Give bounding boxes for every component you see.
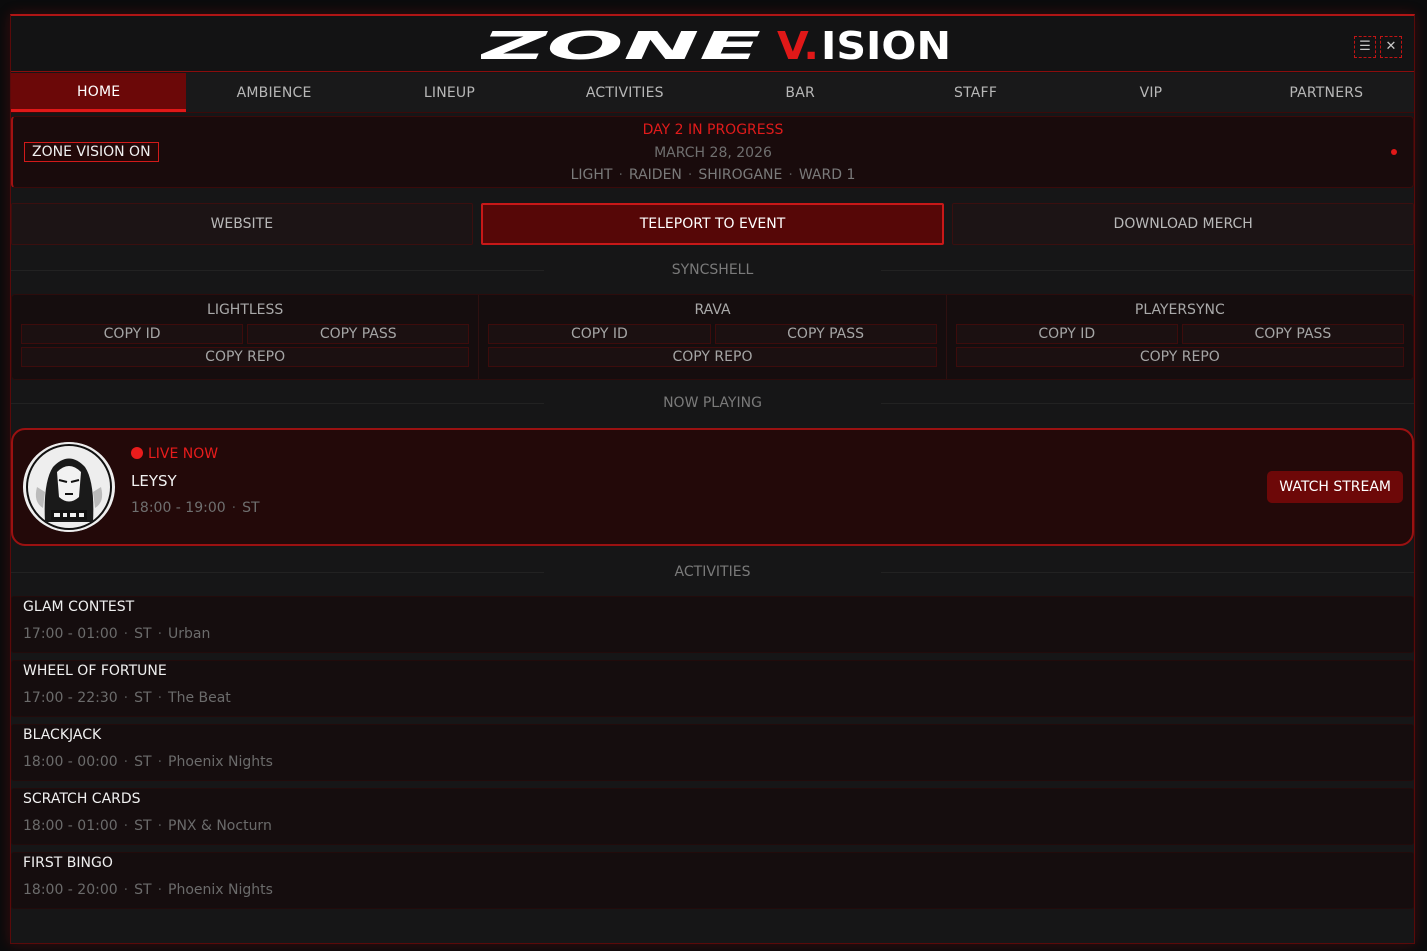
copy-pass-button[interactable]: COPY PASS bbox=[247, 324, 470, 344]
location-datacenter: LIGHT bbox=[570, 167, 613, 183]
live-dot-icon bbox=[131, 447, 143, 459]
tab-home[interactable]: HOME bbox=[11, 73, 187, 112]
tab-partners[interactable]: PARTNERS bbox=[1239, 73, 1414, 112]
activities-list: GLAM CONTEST 17:00 - 01:00 · ST · Urban WHEE… bbox=[11, 596, 1414, 916]
location-ward: WARD 1 bbox=[798, 167, 856, 183]
download-merch-button[interactable]: DOWNLOAD MERCH bbox=[952, 203, 1414, 245]
action-buttons: WEBSITE TELEPORT TO EVENT DOWNLOAD MERCH bbox=[11, 203, 1414, 245]
location-district: SHIROGANE bbox=[698, 167, 783, 183]
copy-id-button[interactable]: COPY ID bbox=[955, 324, 1178, 344]
close-icon[interactable]: ✕ bbox=[1380, 36, 1402, 58]
activity-name: FIRST BINGO bbox=[23, 855, 113, 871]
tab-staff[interactable]: STAFF bbox=[888, 73, 1063, 112]
activity-name: SCRATCH CARDS bbox=[23, 791, 141, 807]
activity-details: 17:00 - 01:00 · ST · Urban bbox=[23, 626, 211, 642]
svg-text:V.: V. bbox=[777, 28, 819, 62]
copy-id-button[interactable]: COPY ID bbox=[21, 324, 244, 344]
activity-details: 18:00 - 20:00 · ST · Phoenix Nights bbox=[23, 882, 273, 898]
tab-vip[interactable]: VIP bbox=[1063, 73, 1238, 112]
copy-repo-button[interactable]: COPY REPO bbox=[21, 347, 470, 367]
event-date: MARCH 28, 2026 bbox=[654, 145, 772, 161]
tab-ambience[interactable]: AMBIENCE bbox=[186, 73, 361, 112]
main-tabs: HOME AMBIENCE LINEUP ACTIVITIES BAR STAF… bbox=[11, 73, 1414, 113]
list-item[interactable]: BLACKJACK 18:00 - 00:00 · ST · Phoenix Night… bbox=[11, 724, 1414, 781]
copy-pass-button[interactable]: COPY PASS bbox=[714, 324, 937, 344]
activity-details: 17:00 - 22:30 · ST · The Beat bbox=[23, 690, 231, 706]
syncshell-name: PLAYERSYNC bbox=[1134, 302, 1225, 318]
teleport-button[interactable]: TELEPORT TO EVENT bbox=[480, 203, 945, 245]
dj-avatar bbox=[23, 442, 115, 532]
activity-details: 18:00 - 01:00 · ST · PNX & Nocturn bbox=[23, 818, 272, 834]
copy-pass-button[interactable]: COPY PASS bbox=[1181, 324, 1404, 344]
syncshell-heading: SYNCSHELL bbox=[11, 262, 1414, 278]
dj-name: LEYSY bbox=[131, 472, 177, 490]
list-item[interactable]: FIRST BINGO 18:00 - 20:00 · ST · Phoenix Nig… bbox=[11, 852, 1414, 909]
app-window: ZONE V. ISION ☰ ✕ HOME AMBIENCE LINEUP A… bbox=[10, 14, 1415, 944]
status-indicator-dot bbox=[1391, 149, 1397, 155]
copy-repo-button[interactable]: COPY REPO bbox=[955, 347, 1404, 367]
svg-text:ZONE: ZONE bbox=[481, 28, 761, 62]
svg-text:ISION: ISION bbox=[821, 28, 951, 62]
now-playing-heading: NOW PLAYING bbox=[11, 395, 1414, 411]
tab-bar[interactable]: BAR bbox=[713, 73, 888, 112]
watch-stream-button[interactable]: WATCH STREAM bbox=[1267, 471, 1403, 503]
list-item[interactable]: GLAM CONTEST 17:00 - 01:00 · ST · Urban bbox=[11, 596, 1414, 653]
zone-vision-logo: ZONE V. ISION bbox=[481, 28, 951, 62]
live-now-badge: LIVE NOW bbox=[131, 446, 218, 462]
event-location: LIGHT · RAIDEN · SHIROGANE · WARD 1 bbox=[570, 167, 856, 183]
activity-name: WHEEL OF FORTUNE bbox=[23, 663, 167, 679]
tab-lineup[interactable]: LINEUP bbox=[362, 73, 537, 112]
title-bar: ZONE V. ISION ☰ ✕ bbox=[11, 16, 1414, 72]
event-status-panel: ZONE VISION ON DAY 2 IN PROGRESS MARCH 2… bbox=[11, 116, 1414, 188]
menu-icon[interactable]: ☰ bbox=[1354, 36, 1376, 58]
syncshell-group-playersync: PLAYERSYNC COPY ID COPY PASS COPY REPO bbox=[945, 295, 1413, 379]
syncshell-group-lightless: LIGHTLESS COPY ID COPY PASS COPY REPO bbox=[12, 295, 478, 379]
set-time: 18:00 - 19:00 · ST bbox=[131, 500, 260, 516]
now-playing-card: LIVE NOW LEYSY 18:00 - 19:00 · ST WATCH ST… bbox=[11, 428, 1414, 546]
location-world: RAIDEN bbox=[628, 167, 682, 183]
syncshell-name: LIGHTLESS bbox=[207, 302, 284, 318]
activity-name: GLAM CONTEST bbox=[23, 599, 135, 615]
event-day-status: DAY 2 IN PROGRESS bbox=[642, 122, 784, 138]
syncshell-group-rava: RAVA COPY ID COPY PASS COPY REPO bbox=[478, 295, 945, 379]
tab-activities[interactable]: ACTIVITIES bbox=[537, 73, 712, 112]
activity-name: BLACKJACK bbox=[23, 727, 102, 743]
copy-repo-button[interactable]: COPY REPO bbox=[488, 347, 937, 367]
syncshell-panel: LIGHTLESS COPY ID COPY PASS COPY REPO RA… bbox=[11, 294, 1414, 380]
list-item[interactable]: WHEEL OF FORTUNE 17:00 - 22:30 · ST · The Be… bbox=[11, 660, 1414, 717]
copy-id-button[interactable]: COPY ID bbox=[488, 324, 711, 344]
activity-details: 18:00 - 00:00 · ST · Phoenix Nights bbox=[23, 754, 273, 770]
website-button[interactable]: WEBSITE bbox=[11, 203, 473, 245]
syncshell-name: RAVA bbox=[694, 302, 731, 318]
activities-heading: ACTIVITIES bbox=[11, 564, 1414, 580]
list-item[interactable]: SCRATCH CARDS 18:00 - 01:00 · ST · PNX & Noc… bbox=[11, 788, 1414, 845]
